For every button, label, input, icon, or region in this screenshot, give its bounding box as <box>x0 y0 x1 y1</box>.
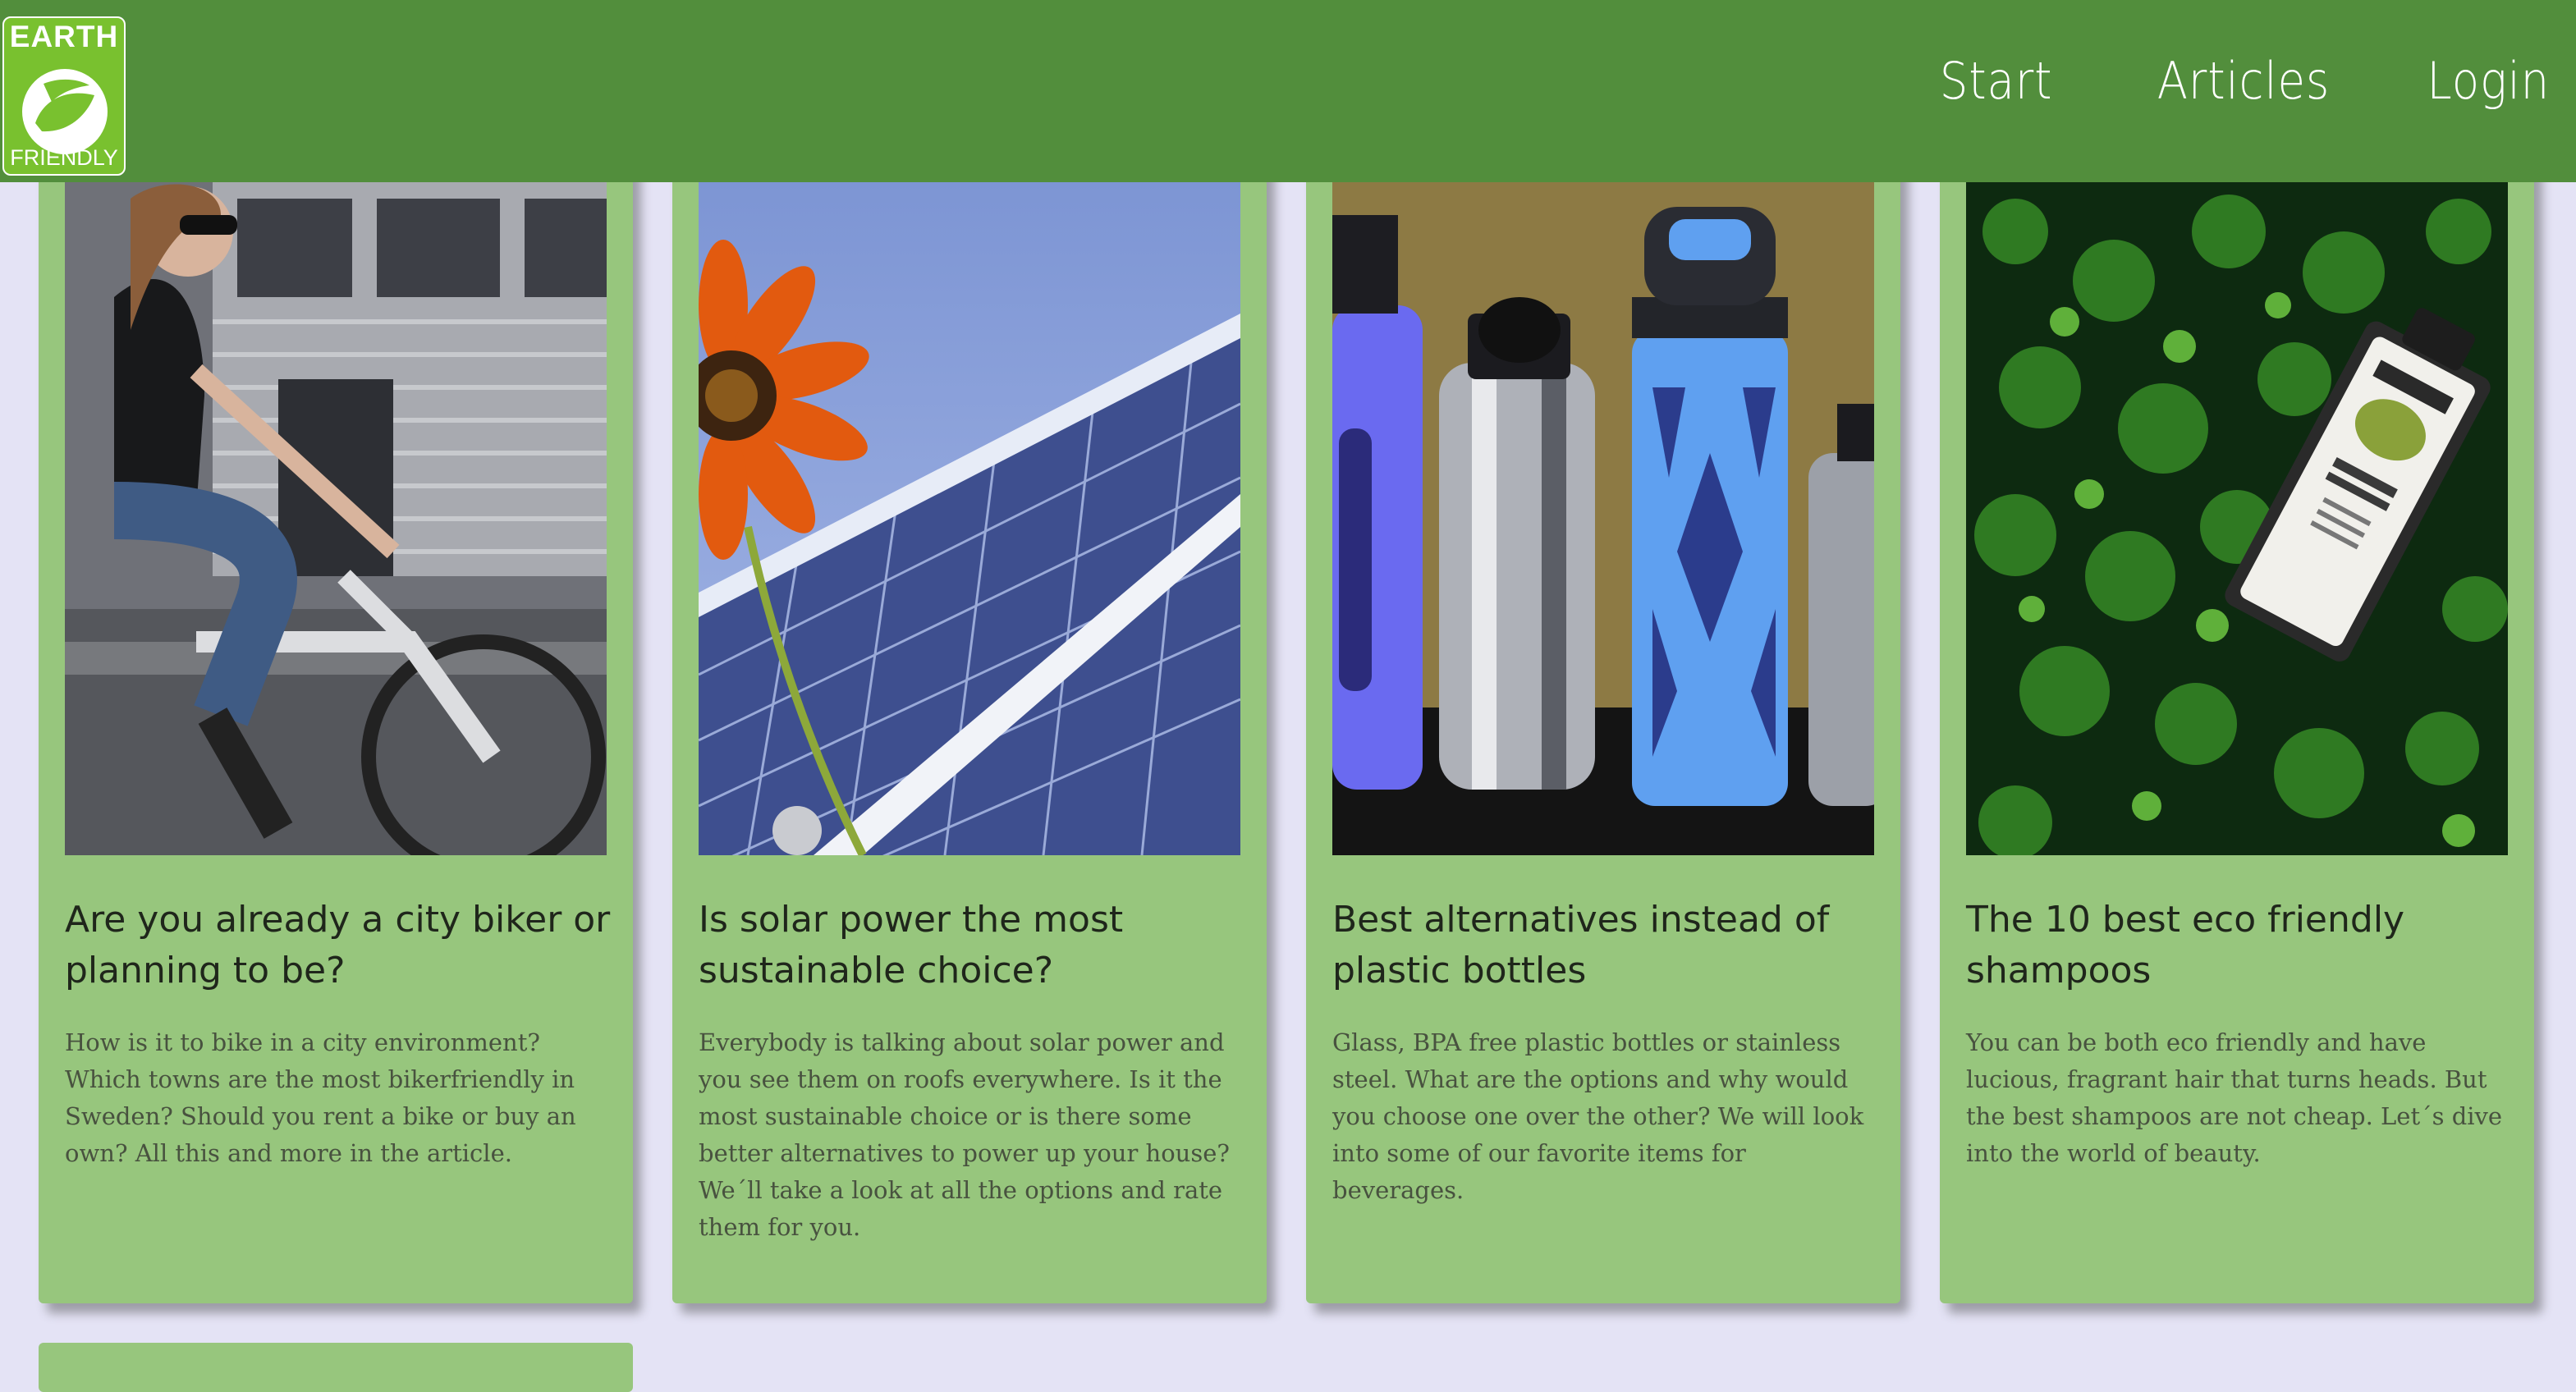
earth-leaf-icon <box>22 69 108 154</box>
article-card-city-biker[interactable]: Are you already a city biker or planning… <box>39 148 633 1303</box>
site-header: EARTH FRIENDLY Start Articles Login <box>0 0 2576 182</box>
article-title[interactable]: Best alternatives instead of plastic bot… <box>1332 895 1882 996</box>
article-excerpt: How is it to bike in a city environment?… <box>65 1028 576 1167</box>
article-excerpt: Everybody is talking about solar power a… <box>699 1028 1230 1241</box>
article-card-eco-shampoos[interactable]: The 10 best eco friendly shampoos You ca… <box>1940 148 2534 1303</box>
article-title[interactable]: Are you already a city biker or planning… <box>65 895 615 996</box>
article-card-partial[interactable] <box>39 1343 633 1392</box>
nav-articles[interactable]: Articles <box>2157 51 2329 111</box>
nav-login[interactable]: Login <box>2427 51 2550 111</box>
article-excerpt: Glass, BPA free plastic bottles or stain… <box>1332 1028 1864 1204</box>
article-excerpt: You can be both eco friendly and have lu… <box>1966 1028 2503 1167</box>
article-card-plastic-bottles[interactable]: Best alternatives instead of plastic bot… <box>1306 148 1900 1303</box>
woman-cycling-city-photo[interactable] <box>65 182 607 855</box>
article-card-solar-power[interactable]: Is solar power the most sustainable choi… <box>672 148 1267 1303</box>
sunflower-solar-panel-photo[interactable] <box>699 182 1240 855</box>
earth-friendly-logo[interactable]: EARTH FRIENDLY <box>2 16 126 176</box>
article-title[interactable]: The 10 best eco friendly shampoos <box>1966 895 2516 996</box>
logo-text-top: EARTH <box>9 20 119 53</box>
nav-start[interactable]: Start <box>1940 51 2053 111</box>
reusable-bottles-photo[interactable] <box>1332 182 1874 855</box>
article-title[interactable]: Is solar power the most sustainable choi… <box>699 895 1249 996</box>
main-nav: Start Articles Login <box>1924 51 2550 111</box>
logo-text-bottom: FRIENDLY <box>10 145 118 170</box>
herbal-shampoo-leaves-photo[interactable] <box>1966 182 2508 855</box>
